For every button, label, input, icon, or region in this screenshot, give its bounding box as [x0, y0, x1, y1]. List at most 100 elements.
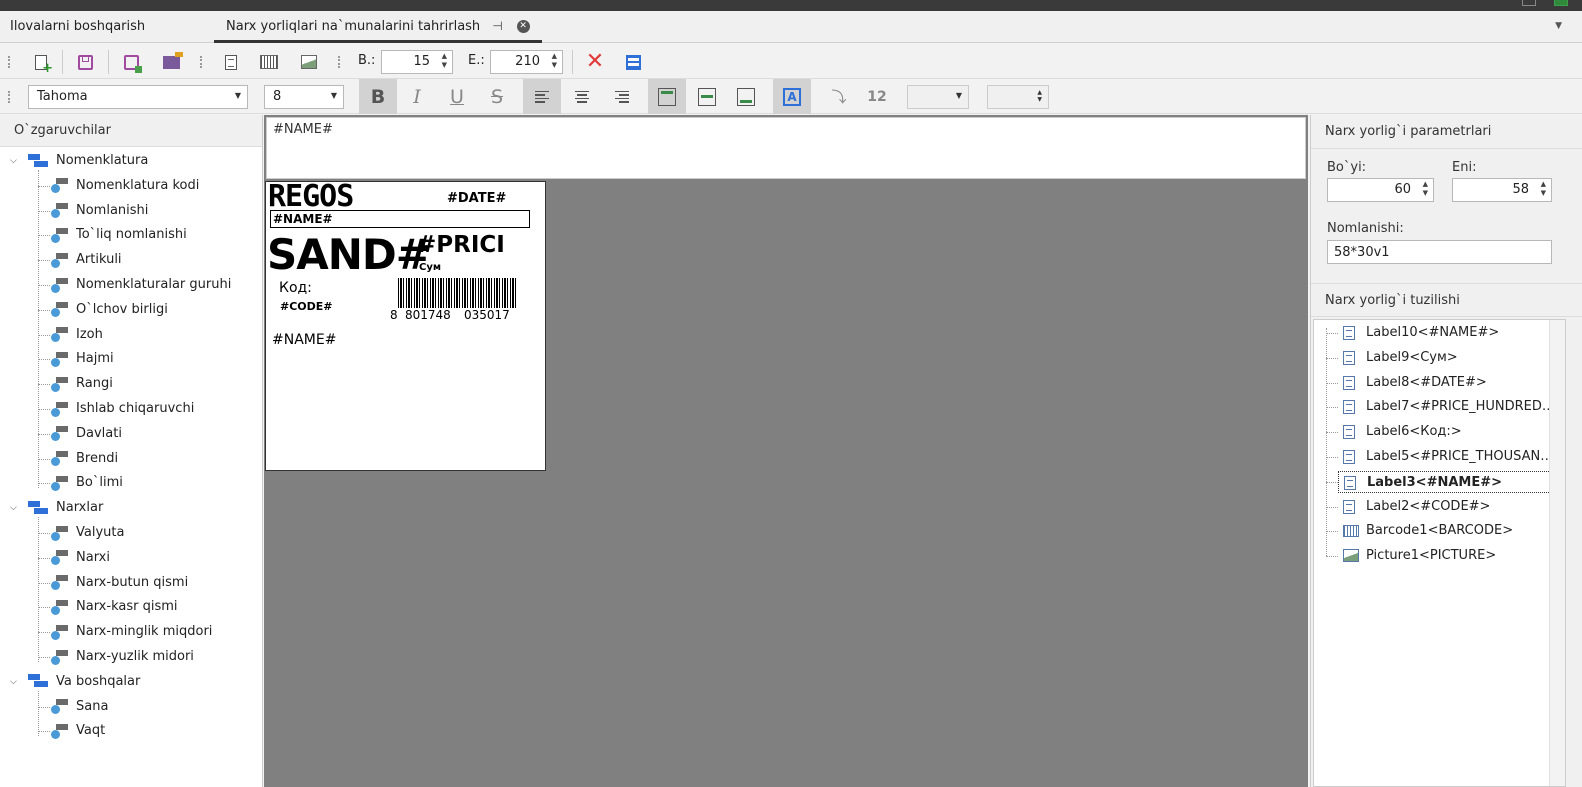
- label-code[interactable]: #CODE#: [280, 300, 333, 313]
- tree-item[interactable]: Rangi: [50, 374, 113, 394]
- add-picture-button[interactable]: [298, 51, 320, 73]
- tree-item[interactable]: Narx-yuzlik midori: [50, 647, 194, 667]
- number-format-button[interactable]: 12: [858, 79, 896, 114]
- tab-price-label-editor[interactable]: Narx yorliqlari na`munalarini tahrirlash…: [214, 11, 542, 43]
- structure-item[interactable]: Barcode1<BARCODE>: [1338, 520, 1561, 542]
- underline-button[interactable]: U: [438, 79, 476, 114]
- valign-bottom-button[interactable]: [727, 79, 765, 114]
- close-tab-icon[interactable]: ✕: [516, 20, 530, 33]
- structure-item[interactable]: Label3<#NAME#>: [1338, 470, 1561, 493]
- tree-item[interactable]: Valyuta: [50, 523, 124, 543]
- structure-item[interactable]: Label8<#DATE#>: [1338, 372, 1561, 394]
- structure-item[interactable]: Label10<#NAME#>: [1338, 322, 1561, 344]
- stepper-arrows-icon[interactable]: ▲ ▼: [552, 52, 557, 70]
- valign-middle-button[interactable]: [688, 79, 726, 114]
- bold-button[interactable]: B: [359, 79, 397, 114]
- tree-item[interactable]: Bo`limi: [50, 473, 123, 493]
- toolbar-grip[interactable]: [338, 56, 340, 68]
- label-text-editor[interactable]: #NAME#: [266, 117, 1306, 179]
- tree-item[interactable]: Narx-kasr qismi: [50, 597, 178, 617]
- tree-item[interactable]: Artikuli: [50, 250, 122, 270]
- strikethrough-button[interactable]: S: [478, 79, 516, 114]
- design-area: #NAME# REGOS #DATE# #NAME# SAND# #PRICI …: [264, 115, 1308, 787]
- structure-item[interactable]: Label2<#CODE#>: [1338, 496, 1561, 518]
- e-value-stepper[interactable]: 210 ▲ ▼: [490, 50, 563, 74]
- label-code-caption[interactable]: Код:: [279, 280, 312, 296]
- tree-item[interactable]: Ishlab chiqaruvchi: [50, 399, 194, 419]
- minimize-icon[interactable]: [1522, 0, 1536, 6]
- structure-item-label: Label7<#PRICE_HUNDRED#>: [1366, 399, 1561, 415]
- label-name-bottom[interactable]: #NAME#: [272, 332, 336, 348]
- tree-group[interactable]: ⌵ Nomenklatura: [10, 151, 148, 171]
- font-size-value: 8: [273, 89, 282, 104]
- font-size-select[interactable]: 8 ▼: [264, 85, 344, 109]
- chevron-down-icon[interactable]: ⌵: [10, 672, 17, 692]
- structure-item[interactable]: Label7<#PRICE_HUNDRED#>: [1338, 396, 1561, 418]
- tab-apps-management[interactable]: Ilovalarni boshqarish: [10, 11, 145, 43]
- chevron-down-icon[interactable]: ⌵: [10, 498, 17, 518]
- template-name-input[interactable]: 58*30v1: [1327, 240, 1552, 264]
- italic-button[interactable]: I: [398, 79, 436, 114]
- align-right-button[interactable]: [603, 79, 641, 114]
- new-file-button[interactable]: [30, 51, 53, 76]
- tree-item[interactable]: Nomenklatura kodi: [50, 176, 199, 196]
- tree-group-label: Va boshqalar: [56, 673, 141, 689]
- tree-item[interactable]: Izoh: [50, 325, 103, 345]
- save-as-button[interactable]: [120, 51, 142, 73]
- barcode[interactable]: [398, 278, 516, 308]
- chevron-down-icon[interactable]: ⌵: [10, 151, 17, 171]
- tree-item[interactable]: Nomenklaturalar guruhi: [50, 275, 231, 295]
- structure-item[interactable]: Label6<Код:>: [1338, 421, 1561, 443]
- rotate-button[interactable]: ⤵: [820, 79, 858, 114]
- valign-top-button[interactable]: [648, 79, 686, 114]
- label-name-top[interactable]: #NAME#: [270, 210, 530, 228]
- toolbar-grip[interactable]: [8, 56, 10, 68]
- structure-item[interactable]: Label9<Сум>: [1338, 347, 1561, 369]
- align-left-button[interactable]: [523, 79, 561, 114]
- tree-item[interactable]: To`liq nomlanishi: [50, 225, 187, 245]
- stepper-arrows-icon[interactable]: ▲ ▼: [442, 52, 447, 70]
- toolbar-grip[interactable]: [200, 56, 202, 68]
- label-date[interactable]: #DATE#: [447, 191, 506, 206]
- tree-group[interactable]: ⌵ Va boshqalar: [10, 672, 141, 692]
- app-status-icon[interactable]: [1554, 0, 1568, 6]
- tree-item[interactable]: Hajmi: [50, 349, 114, 369]
- toolbar-grip[interactable]: [8, 91, 10, 103]
- tree-item[interactable]: Narxi: [50, 548, 110, 568]
- label-price-thousand[interactable]: SAND#: [267, 230, 431, 279]
- width-stepper[interactable]: 58 ▲ ▼: [1452, 178, 1552, 202]
- add-label-button[interactable]: [220, 51, 242, 73]
- stepper-arrows-icon[interactable]: ▲ ▼: [1541, 180, 1546, 198]
- height-stepper[interactable]: 60 ▲ ▼: [1327, 178, 1434, 202]
- structure-item[interactable]: Picture1<PICTURE>: [1338, 545, 1561, 567]
- tree-item[interactable]: Nomlanishi: [50, 201, 148, 221]
- align-center-button[interactable]: [563, 79, 601, 114]
- grid-button[interactable]: [622, 51, 644, 73]
- tree-item[interactable]: Sana: [50, 697, 108, 717]
- stepper-arrows-icon[interactable]: ▲ ▼: [1423, 180, 1428, 198]
- tree-item-label: Vaqt: [76, 723, 106, 739]
- price-label-canvas[interactable]: REGOS #DATE# #NAME# SAND# #PRICI Сум Код…: [265, 181, 546, 471]
- autosize-button[interactable]: A: [773, 79, 811, 114]
- structure-item[interactable]: Label5<#PRICE_THOUSAND...: [1338, 446, 1561, 468]
- rotation-select[interactable]: ▼: [907, 85, 969, 109]
- open-button[interactable]: [160, 51, 183, 73]
- tree-item[interactable]: Vaqt: [50, 721, 105, 741]
- b-value-stepper[interactable]: 15 ▲ ▼: [381, 50, 453, 74]
- vertical-scrollbar[interactable]: [1549, 320, 1565, 786]
- pin-icon[interactable]: ⊣: [492, 11, 502, 42]
- tree-item[interactable]: Brendi: [50, 449, 118, 469]
- font-family-select[interactable]: Tahoma ▼: [28, 85, 248, 109]
- label-currency[interactable]: Сум: [419, 262, 441, 273]
- tree-item[interactable]: Davlati: [50, 424, 122, 444]
- tree-item[interactable]: O`lchov birligi: [50, 300, 168, 320]
- add-barcode-button[interactable]: [258, 51, 280, 73]
- save-button[interactable]: [74, 51, 96, 73]
- tab-list-dropdown-icon[interactable]: ▼: [1555, 11, 1562, 43]
- spacing-stepper[interactable]: ▲ ▼: [987, 85, 1049, 109]
- tree-item[interactable]: Narx-butun qismi: [50, 573, 188, 593]
- label-price-hundred[interactable]: #PRICI: [417, 232, 505, 258]
- tree-item[interactable]: Narx-minglik miqdori: [50, 622, 212, 642]
- delete-button[interactable]: ✕: [584, 51, 606, 73]
- tree-group[interactable]: ⌵ Narxlar: [10, 498, 103, 518]
